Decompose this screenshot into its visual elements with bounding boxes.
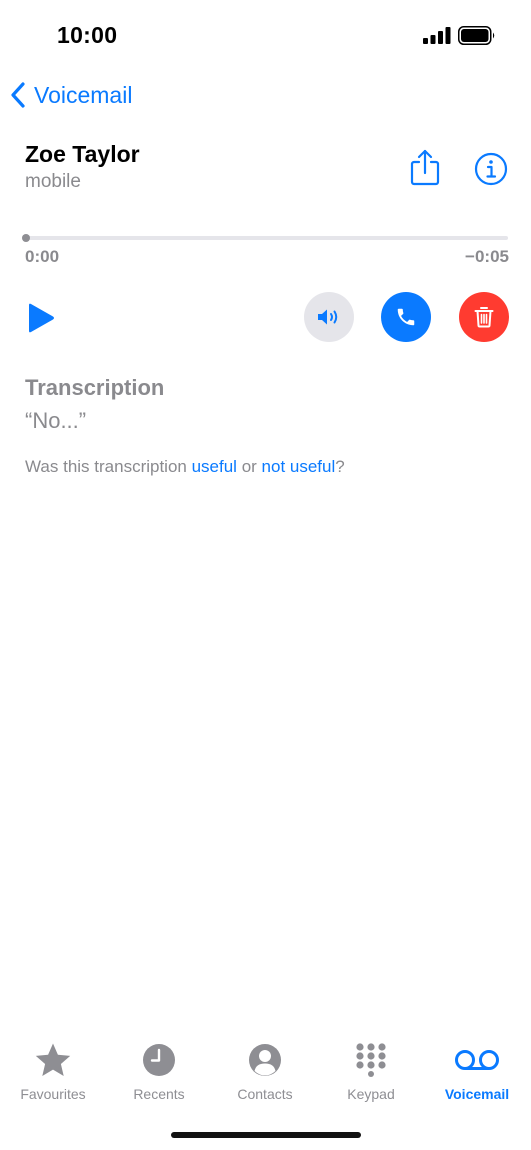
not-useful-link[interactable]: not useful [262,457,336,476]
transcription-text: “No...” [25,408,87,433]
tab-voicemail[interactable]: Voicemail [424,1040,530,1102]
chevron-left-icon [11,82,25,108]
share-icon[interactable] [408,148,442,188]
voicemail-icon [455,1050,499,1070]
home-indicator[interactable] [171,1132,361,1138]
transcription-heading: Transcription [25,375,165,400]
tab-label: Keypad [347,1086,395,1102]
remaining-time: −0:05 [465,247,509,266]
feedback-prefix: Was this transcription [25,457,192,476]
tab-bar: Favourites Recents Contacts Keypad Voice… [0,1040,531,1110]
transcription-feedback: Was this transcription useful or not use… [25,457,345,477]
call-back-button[interactable] [381,292,431,342]
info-icon[interactable] [474,152,508,186]
tab-keypad[interactable]: Keypad [318,1040,424,1102]
tab-recents[interactable]: Recents [106,1040,212,1102]
status-time: 10:00 [57,22,118,48]
person-circle-icon [249,1044,281,1076]
back-button[interactable]: Voicemail [10,78,132,112]
feedback-or: or [236,457,262,476]
feedback-suffix: ? [335,457,345,476]
speaker-button[interactable] [304,292,354,342]
battery-icon [458,26,495,45]
playback-progress-track[interactable] [25,236,508,240]
star-icon [35,1043,71,1076]
useful-link[interactable]: useful [192,457,237,476]
tab-label: Favourites [20,1086,86,1102]
delete-button[interactable] [459,292,509,342]
contact-number-type: mobile [25,171,81,192]
cellular-signal-icon [423,27,451,44]
elapsed-time: 0:00 [25,247,60,266]
contact-name: Zoe Taylor [25,141,140,167]
tab-label: Voicemail [444,1086,510,1102]
tab-label: Recents [133,1086,185,1102]
back-button-label: Voicemail [34,81,133,108]
tab-contacts[interactable]: Contacts [212,1040,318,1102]
speaker-icon [318,309,338,325]
phone-icon [397,308,415,326]
tab-favourites[interactable]: Favourites [0,1040,106,1102]
play-icon[interactable] [26,302,56,334]
playback-scrubber-handle[interactable] [22,234,30,242]
keypad-icon [356,1043,386,1077]
trash-icon [474,307,494,328]
tab-label: Contacts [237,1086,293,1102]
clock-icon [143,1044,175,1076]
